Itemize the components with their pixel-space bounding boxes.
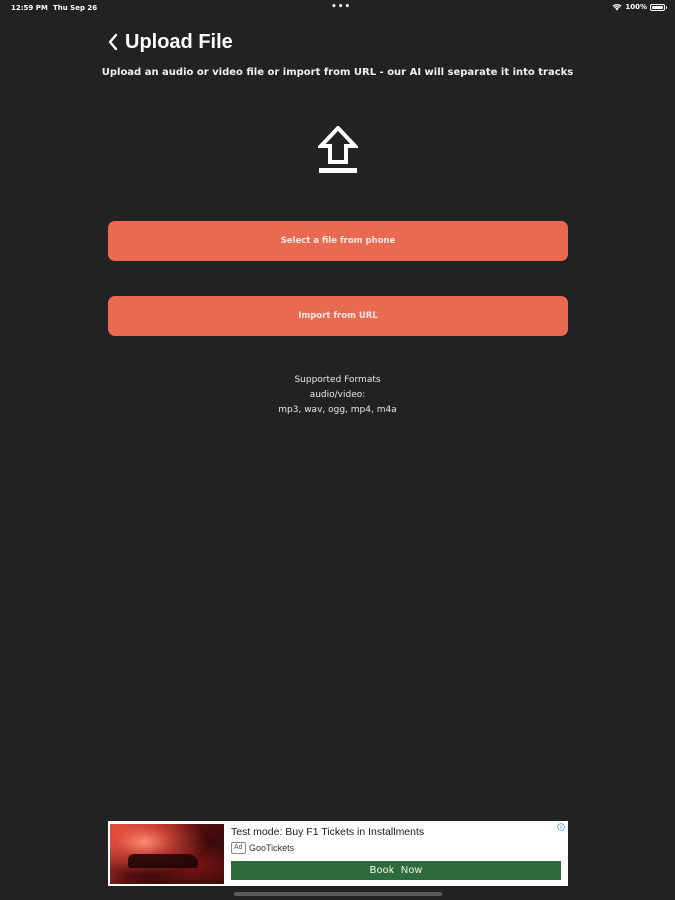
- page-subtitle: Upload an audio or video file or import …: [101, 67, 574, 78]
- select-file-button[interactable]: Select a file from phone: [108, 221, 568, 261]
- home-indicator[interactable]: [234, 892, 442, 896]
- status-time: 12:59 PM: [11, 4, 48, 12]
- ad-book-now-button[interactable]: Book Now: [231, 861, 561, 880]
- battery-percent: 100%: [625, 3, 647, 11]
- ad-banner[interactable]: Test mode: Buy F1 Tickets in Installment…: [108, 821, 568, 886]
- multitasking-dots[interactable]: •••: [331, 2, 351, 12]
- status-bar: 12:59 PM Thu Sep 26 ••• 100%: [0, 0, 675, 18]
- page-title: Upload File: [125, 30, 233, 53]
- formats-heading: Supported Formats: [294, 375, 381, 385]
- wifi-icon: [612, 3, 622, 11]
- ad-badge: Ad: [231, 842, 246, 854]
- import-url-label: Import from URL: [298, 311, 378, 321]
- chevron-left-icon[interactable]: [107, 33, 119, 51]
- upload-arrow-icon: [318, 126, 358, 173]
- ad-advertiser: GooTickets: [249, 843, 295, 853]
- ad-choices-icon[interactable]: [557, 823, 565, 831]
- header: Upload File: [107, 29, 233, 55]
- select-file-label: Select a file from phone: [280, 236, 396, 246]
- ad-title[interactable]: Test mode: Buy F1 Tickets in Installment…: [231, 826, 424, 838]
- formats-category: audio/video:: [309, 390, 366, 400]
- battery-icon: [650, 3, 667, 11]
- ad-cta-label: Book Now: [369, 865, 423, 876]
- import-url-button[interactable]: Import from URL: [108, 296, 568, 336]
- formats-list: mp3, wav, ogg, mp4, m4a: [278, 405, 397, 415]
- status-date: Thu Sep 26: [53, 4, 98, 12]
- status-right: 100%: [612, 3, 667, 11]
- ad-image[interactable]: [110, 824, 224, 884]
- supported-formats: Supported Formats audio/video: mp3, wav,…: [0, 373, 675, 418]
